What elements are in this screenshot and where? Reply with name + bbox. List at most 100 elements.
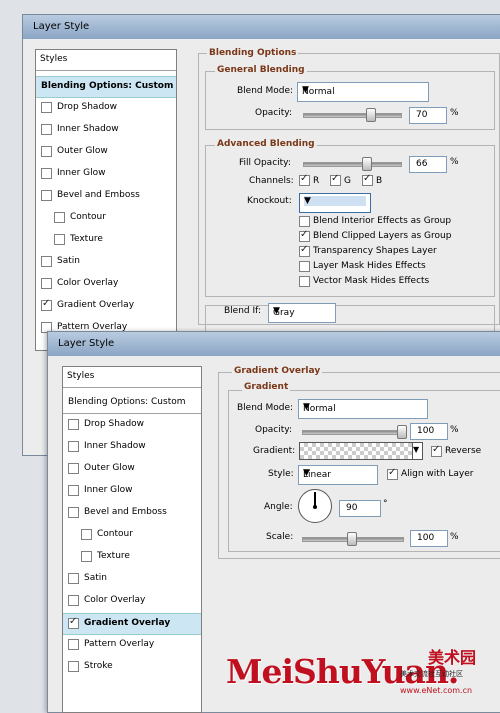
back-styles-header[interactable]: Styles: [36, 50, 176, 71]
back-advanced-blending-title: Advanced Blending: [215, 139, 317, 149]
front-gradient-dropdown-button[interactable]: ▼: [412, 442, 423, 460]
front-checkbox[interactable]: [68, 485, 79, 496]
back-style-contour[interactable]: Contour: [36, 208, 176, 228]
back-dialog-title: Layer Style: [33, 21, 90, 32]
back-blend-clipped-checkbox[interactable]: [299, 229, 310, 242]
back-vector-mask-checkbox[interactable]: [299, 276, 310, 287]
front-style-blending-options[interactable]: Blending Options: Custom: [63, 393, 201, 414]
back-style-inner-glow[interactable]: Inner Glow: [36, 164, 176, 184]
front-checkbox[interactable]: [68, 463, 79, 474]
front-scale-input[interactable]: 100: [410, 530, 448, 547]
front-style-bevel-emboss[interactable]: Bevel and Emboss: [63, 503, 201, 523]
watermark-side-text: 美术园: [428, 648, 477, 667]
front-checkbox-checked[interactable]: [68, 616, 79, 629]
chevron-down-icon: ▼: [303, 402, 310, 412]
front-style-texture[interactable]: Texture: [63, 547, 201, 567]
front-style-satin[interactable]: Satin: [63, 569, 201, 589]
back-blend-mode-select[interactable]: Normal ▼: [297, 82, 429, 102]
back-checkbox[interactable]: [41, 146, 52, 157]
back-title-bar[interactable]: Layer Style: [23, 15, 500, 39]
back-general-blending-title: General Blending: [215, 65, 307, 75]
back-blend-interior-checkbox[interactable]: [299, 216, 310, 227]
back-checkbox[interactable]: [41, 190, 52, 201]
front-opacity-label: Opacity:: [255, 425, 292, 435]
back-checkbox[interactable]: [41, 278, 52, 289]
front-title-bar[interactable]: Layer Style: [48, 332, 500, 356]
front-styles-header[interactable]: Styles: [63, 367, 201, 388]
front-gradient-group-title: Gradient: [242, 382, 291, 392]
back-opacity-input[interactable]: 70: [409, 107, 447, 124]
back-style-satin[interactable]: Satin: [36, 252, 176, 272]
front-style-pattern-overlay[interactable]: Pattern Overlay: [63, 635, 201, 655]
front-style-color-overlay[interactable]: Color Overlay: [63, 591, 201, 611]
front-reverse-checkbox[interactable]: [431, 444, 442, 457]
back-checkbox[interactable]: [54, 234, 65, 245]
back-channel-r-checkbox[interactable]: [299, 173, 310, 186]
back-style-outer-glow[interactable]: Outer Glow: [36, 142, 176, 162]
back-section-title: Blending Options: [207, 48, 299, 58]
front-checkbox[interactable]: [68, 419, 79, 430]
back-style-bevel-emboss[interactable]: Bevel and Emboss: [36, 186, 176, 206]
front-style-outer-glow[interactable]: Outer Glow: [63, 459, 201, 479]
back-opacity-slider-thumb[interactable]: [365, 108, 376, 122]
front-checkbox[interactable]: [68, 661, 79, 672]
back-knockout-select[interactable]: None▼: [299, 193, 371, 213]
back-checkbox[interactable]: [41, 256, 52, 267]
back-blend-if-label: Blend If:: [224, 306, 262, 316]
front-style-drop-shadow[interactable]: Drop Shadow: [63, 415, 201, 435]
back-fill-opacity-input[interactable]: 66: [409, 156, 447, 173]
front-section-title: Gradient Overlay: [232, 366, 323, 376]
front-gradient-picker[interactable]: [299, 442, 421, 460]
back-style-inner-shadow[interactable]: Inner Shadow: [36, 120, 176, 140]
front-checkbox[interactable]: [68, 507, 79, 518]
back-style-gradient-overlay[interactable]: Gradient Overlay: [36, 296, 176, 316]
back-channel-r-label: R: [313, 176, 320, 186]
front-checkbox[interactable]: [68, 639, 79, 650]
front-style-inner-glow[interactable]: Inner Glow: [63, 481, 201, 501]
front-style-stroke[interactable]: Stroke: [63, 657, 201, 677]
back-knockout-label: Knockout:: [247, 196, 292, 206]
front-checkbox[interactable]: [68, 573, 79, 584]
front-angle-input[interactable]: 90: [339, 500, 381, 517]
front-checkbox[interactable]: [68, 441, 79, 452]
front-style-gradient-overlay[interactable]: Gradient Overlay: [63, 613, 201, 635]
front-style-label: Style:: [268, 469, 294, 479]
back-style-color-overlay[interactable]: Color Overlay: [36, 274, 176, 294]
back-opacity-slider[interactable]: [303, 113, 402, 118]
back-style-drop-shadow[interactable]: Drop Shadow: [36, 98, 176, 118]
back-fill-opacity-slider[interactable]: [303, 162, 402, 167]
back-checkbox[interactable]: [41, 102, 52, 113]
back-channel-b-label: B: [376, 176, 383, 186]
back-channel-b-checkbox[interactable]: [362, 173, 373, 186]
front-opacity-slider[interactable]: [302, 430, 404, 435]
front-style-select[interactable]: Linear ▼: [298, 465, 378, 485]
front-checkbox[interactable]: [81, 551, 92, 562]
chevron-down-icon: ▼: [303, 468, 310, 478]
back-transparency-shapes-checkbox[interactable]: [299, 244, 310, 257]
back-layer-mask-checkbox[interactable]: [299, 261, 310, 272]
chevron-down-icon: ▼: [302, 85, 309, 95]
front-checkbox[interactable]: [81, 529, 92, 540]
back-checkbox-checked[interactable]: [41, 298, 52, 311]
front-angle-dial[interactable]: [298, 489, 332, 523]
front-blend-mode-select[interactable]: Normal ▼: [298, 399, 428, 419]
front-align-with-layer-checkbox[interactable]: [387, 467, 398, 480]
back-checkbox[interactable]: [54, 212, 65, 223]
front-style-inner-shadow[interactable]: Inner Shadow: [63, 437, 201, 457]
back-blend-interior-label: Blend Interior Effects as Group: [313, 216, 452, 226]
front-checkbox[interactable]: [68, 595, 79, 606]
back-checkbox[interactable]: [41, 168, 52, 179]
back-checkbox[interactable]: [41, 124, 52, 135]
front-opacity-slider-thumb[interactable]: [397, 425, 407, 439]
front-opacity-input[interactable]: 100: [410, 423, 448, 440]
back-fill-opacity-slider-thumb[interactable]: [362, 157, 373, 171]
back-style-texture[interactable]: Texture: [36, 230, 176, 250]
chevron-down-icon: ▼: [304, 196, 366, 206]
back-blend-mode-label: Blend Mode:: [237, 86, 294, 96]
back-channel-g-checkbox[interactable]: [330, 173, 341, 186]
front-style-contour[interactable]: Contour: [63, 525, 201, 545]
back-blend-if-select[interactable]: Gray ▼: [268, 303, 336, 323]
back-style-blending-options[interactable]: Blending Options: Custom: [36, 76, 176, 98]
back-opacity-unit: %: [450, 108, 459, 118]
front-scale-slider-thumb[interactable]: [347, 532, 357, 546]
